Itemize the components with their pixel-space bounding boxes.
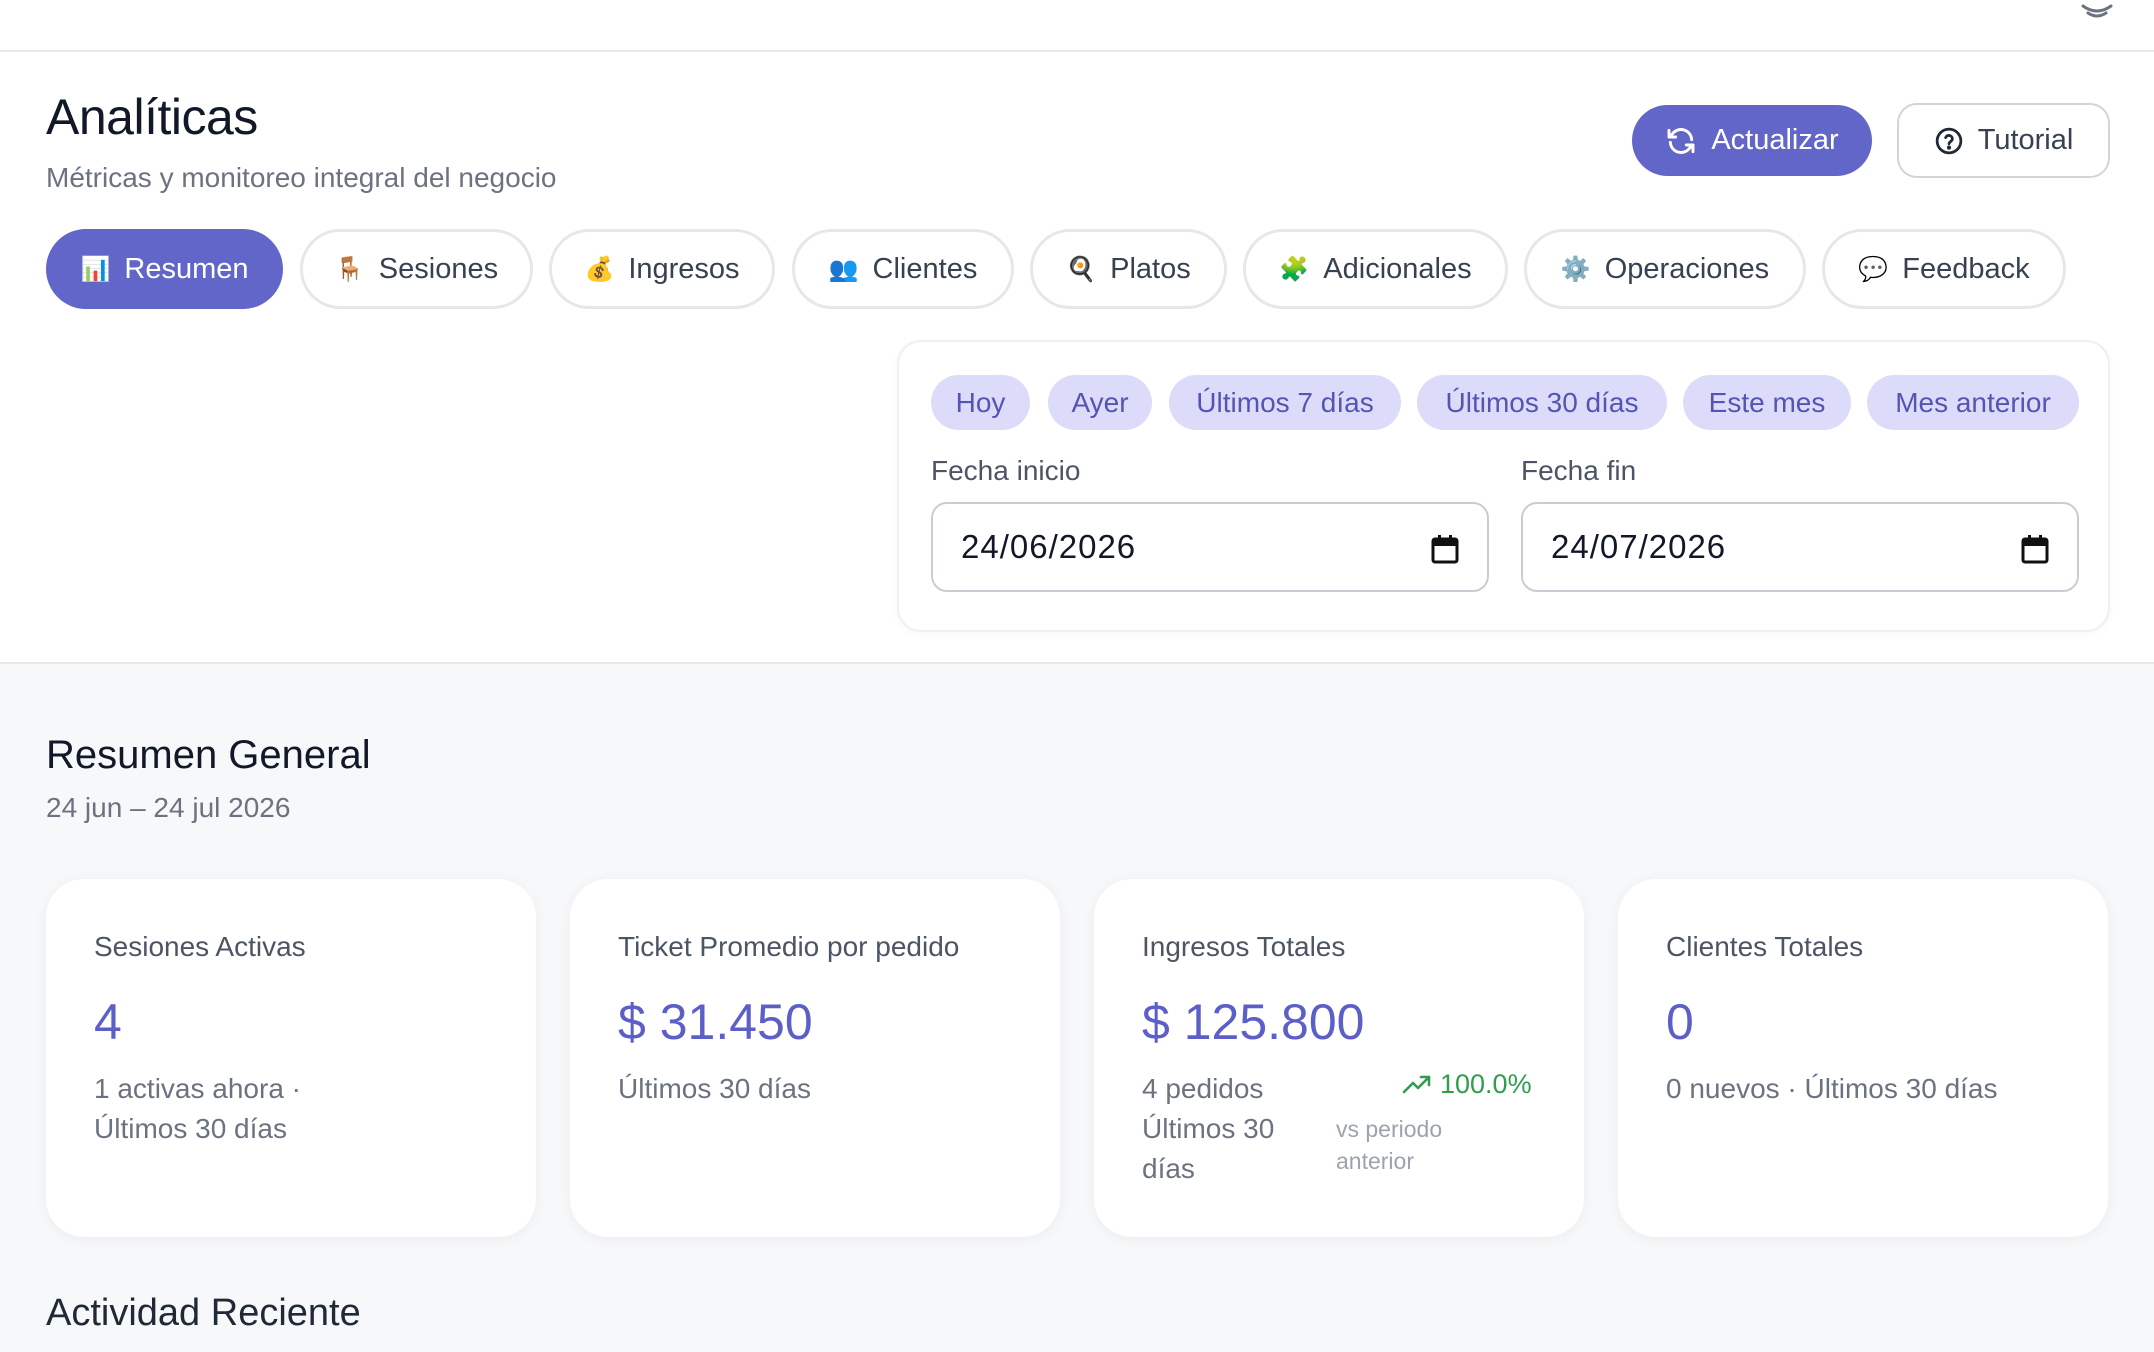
puzzle-icon: 🧩	[1279, 255, 1310, 283]
tab-platos[interactable]: 🍳 Platos	[1030, 229, 1227, 309]
gear-icon: ⚙️	[1560, 255, 1591, 283]
preset-mes-anterior[interactable]: Mes anterior	[1867, 375, 2079, 430]
cloud-icon[interactable]	[2080, 0, 2114, 20]
kpi-card-ingresos: Ingresos Totales $ 125.800 4 pedidos Últ…	[1094, 879, 1584, 1237]
page-title: Analíticas	[46, 89, 258, 145]
bar-chart-icon: 📊	[80, 255, 111, 283]
trend-indicator: 100.0%	[1402, 1069, 1532, 1100]
kpi-card-sesiones: Sesiones Activas 4 1 activas ahora · Últ…	[46, 879, 536, 1237]
speech-bubble-icon: 💬	[1858, 255, 1889, 283]
preset-este-mes[interactable]: Este mes	[1683, 375, 1851, 430]
recent-activity-title: Actividad Reciente	[46, 1292, 361, 1334]
tab-operaciones[interactable]: ⚙️ Operaciones	[1524, 229, 1806, 309]
refresh-button[interactable]: Actualizar	[1632, 105, 1872, 176]
kpi-label: Ingresos Totales	[1142, 931, 1346, 962]
kpi-note: 0 nuevos · Últimos 30 días	[1666, 1069, 1998, 1109]
kpi-value: 0	[1666, 994, 1694, 1050]
tab-ingresos[interactable]: 💰 Ingresos	[549, 229, 775, 309]
tutorial-button[interactable]: Tutorial	[1897, 103, 2110, 178]
tab-label: Ingresos	[628, 252, 740, 285]
preset-hoy[interactable]: Hoy	[931, 375, 1030, 430]
calendar-icon[interactable]	[2021, 534, 2049, 564]
kpi-value: $ 125.800	[1142, 994, 1365, 1050]
kpi-label: Clientes Totales	[1666, 931, 1864, 962]
trend-caption: vs periodo anterior	[1336, 1116, 1443, 1174]
tab-label: Adicionales	[1323, 252, 1472, 285]
tab-label: Clientes	[872, 252, 978, 285]
analytics-header: Analíticas Métricas y monitoreo integral…	[0, 52, 2154, 664]
kpi-label: Ticket Promedio por pedido	[618, 931, 960, 962]
tutorial-label: Tutorial	[1977, 124, 2074, 156]
kpi-card-ticket: Ticket Promedio por pedido $ 31.450 Últi…	[570, 879, 1060, 1237]
tab-resumen[interactable]: 📊 Resumen	[46, 229, 283, 309]
kpi-note: Últimos 30 días	[618, 1069, 811, 1109]
section-title: Resumen General	[46, 733, 371, 777]
kpi-note: 4 pedidos Últimos 30 días	[1142, 1069, 1274, 1189]
kpi-note-line: 0 nuevos · Últimos 30 días	[1666, 1073, 1998, 1104]
kpi-note-line: Últimos 30	[1142, 1113, 1275, 1144]
money-bag-icon: 💰	[584, 255, 615, 283]
users-icon: 👥	[828, 255, 859, 283]
end-date-input[interactable]: 24/07/2026	[1521, 502, 2079, 592]
preset-ayer[interactable]: Ayer	[1048, 375, 1152, 430]
tab-label: Feedback	[1902, 252, 2030, 285]
trending-up-icon	[1402, 1075, 1431, 1093]
frying-pan-icon: 🍳	[1066, 255, 1097, 283]
calendar-icon[interactable]	[1431, 534, 1459, 564]
kpi-note-line: Últimos 30 días	[94, 1113, 287, 1144]
tab-label: Sesiones	[378, 252, 499, 285]
preset-ultimos-7-dias[interactable]: Últimos 7 días	[1169, 375, 1401, 430]
help-circle-icon	[1935, 127, 1962, 154]
kpi-note: 1 activas ahora · Últimos 30 días	[94, 1069, 301, 1149]
date-filter-panel: Hoy Ayer Últimos 7 días Últimos 30 días …	[897, 340, 2110, 632]
top-bar	[0, 0, 2154, 52]
preset-ultimos-30-dias[interactable]: Últimos 30 días	[1417, 375, 1667, 430]
trend-value: 100.0%	[1440, 1069, 1532, 1099]
start-date-input[interactable]: 24/06/2026	[931, 502, 1489, 592]
tab-label: Resumen	[124, 252, 249, 285]
tab-adicionales[interactable]: 🧩 Adicionales	[1243, 229, 1508, 309]
kpi-label: Sesiones Activas	[94, 931, 306, 962]
tab-label: Platos	[1110, 252, 1191, 285]
kpi-value: 4	[94, 994, 122, 1050]
tab-sesiones[interactable]: 🪑 Sesiones	[300, 229, 533, 309]
kpi-value: $ 31.450	[618, 994, 813, 1050]
kpi-note-line: 4 pedidos	[1142, 1073, 1264, 1104]
section-date-range: 24 jun – 24 jul 2026	[46, 792, 291, 823]
chair-icon: 🪑	[334, 255, 365, 283]
start-date-label: Fecha inicio	[931, 455, 1081, 486]
kpi-note-line: 1 activas ahora ·	[94, 1073, 301, 1104]
kpi-card-clientes: Clientes Totales 0 0 nuevos · Últimos 30…	[1618, 879, 2108, 1237]
end-date-label: Fecha fin	[1521, 455, 1637, 486]
end-date-value: 24/07/2026	[1551, 528, 1727, 565]
start-date-value: 24/06/2026	[961, 528, 1137, 565]
tab-label: Operaciones	[1604, 252, 1770, 285]
tab-feedback[interactable]: 💬 Feedback	[1822, 229, 2066, 309]
page-subtitle: Métricas y monitoreo integral del negoci…	[46, 162, 557, 193]
tab-clientes[interactable]: 👥 Clientes	[792, 229, 1014, 309]
kpi-note-line: días	[1142, 1153, 1195, 1184]
refresh-icon	[1667, 127, 1695, 154]
kpi-note-line: Últimos 30 días	[618, 1073, 811, 1104]
refresh-label: Actualizar	[1711, 124, 1839, 156]
